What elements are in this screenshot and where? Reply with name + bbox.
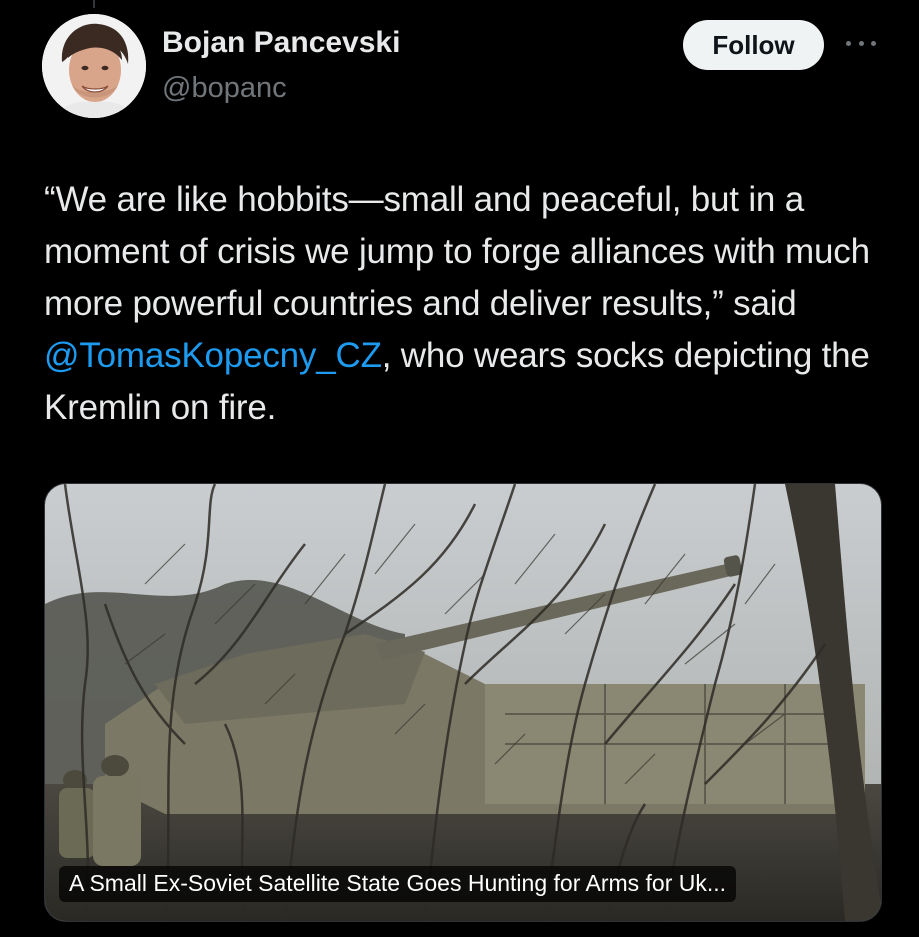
author-handle[interactable]: @bopanc bbox=[162, 72, 287, 105]
dot bbox=[871, 40, 876, 46]
card-title[interactable]: A Small Ex-Soviet Satellite State Goes H… bbox=[59, 866, 737, 902]
author-name[interactable]: Bojan Pancevski bbox=[162, 26, 400, 60]
more-horizontal-icon[interactable] bbox=[846, 36, 876, 50]
follow-button[interactable]: Follow bbox=[683, 20, 824, 70]
dot bbox=[858, 40, 864, 46]
thread-connector bbox=[93, 0, 95, 8]
tweet-page: Bojan Pancevski @bopanc Follow “We are l… bbox=[0, 0, 919, 937]
mention-link[interactable]: @TomasKopecny_CZ bbox=[44, 336, 382, 375]
avatar[interactable] bbox=[42, 14, 146, 118]
link-card[interactable]: A Small Ex-Soviet Satellite State Goes H… bbox=[44, 483, 882, 922]
card-image bbox=[45, 484, 881, 921]
dot bbox=[846, 40, 851, 46]
tweet-text-before: “We are like hobbits—small and peaceful,… bbox=[44, 180, 870, 323]
tweet-text: “We are like hobbits—small and peaceful,… bbox=[44, 174, 884, 434]
